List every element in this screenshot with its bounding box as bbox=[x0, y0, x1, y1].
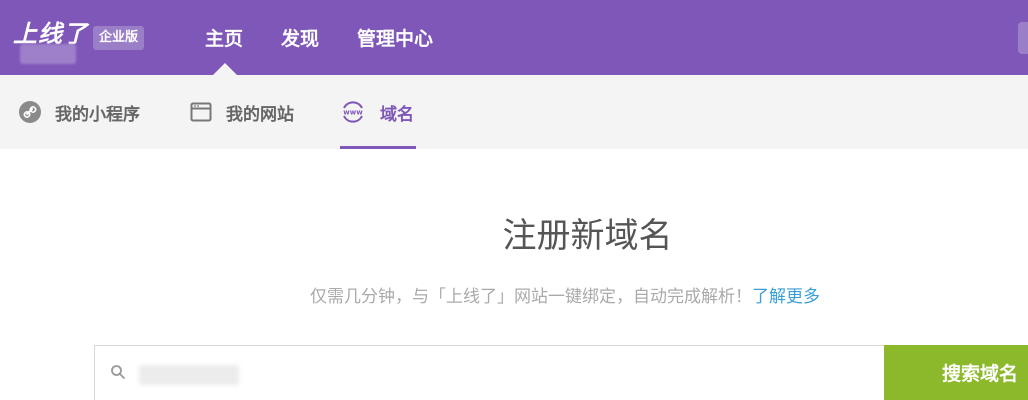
svg-text:www: www bbox=[343, 109, 363, 117]
tab-my-miniprograms[interactable]: 我的小程序 bbox=[19, 75, 140, 149]
active-nav-caret bbox=[213, 63, 237, 75]
nav-item-discover[interactable]: 发现 bbox=[281, 24, 319, 51]
tab-my-websites[interactable]: 我的网站 bbox=[190, 75, 294, 149]
www-globe-icon: www bbox=[340, 99, 366, 125]
learn-more-link[interactable]: 了解更多 bbox=[752, 287, 820, 307]
browser-window-icon bbox=[190, 101, 212, 123]
nav-item-home[interactable]: 主页 bbox=[205, 24, 243, 51]
tab-label: 域名 bbox=[380, 104, 414, 125]
search-domain-button[interactable]: 搜索域名 bbox=[884, 345, 1028, 400]
search-icon bbox=[110, 364, 126, 384]
page-title: 注册新域名 bbox=[502, 216, 673, 256]
domain-search-input[interactable] bbox=[94, 345, 884, 400]
sub-navbar: 我的小程序 我的网站 www 域名 bbox=[0, 75, 1028, 149]
tab-label: 我的网站 bbox=[226, 104, 294, 125]
subtitle-text: 仅需几分钟，与「上线了」网站一键绑定，自动完成解析！ bbox=[310, 287, 752, 307]
page-subtitle: 仅需几分钟，与「上线了」网站一键绑定，自动完成解析！了解更多 bbox=[310, 282, 820, 307]
link-icon bbox=[19, 101, 41, 123]
nav-item-admin-center[interactable]: 管理中心 bbox=[357, 24, 433, 51]
tab-label: 我的小程序 bbox=[55, 104, 140, 125]
search-input-value-blurred bbox=[139, 365, 239, 385]
top-navbar: 上线了 企业版 主页 发现 管理中心 bbox=[0, 0, 1028, 75]
header-right-control[interactable] bbox=[1018, 22, 1028, 54]
edition-badge: 企业版 bbox=[93, 26, 145, 50]
active-tab-underline bbox=[340, 146, 416, 149]
logo-subtitle-blurred bbox=[20, 44, 76, 64]
tab-domains[interactable]: www 域名 bbox=[340, 75, 414, 149]
